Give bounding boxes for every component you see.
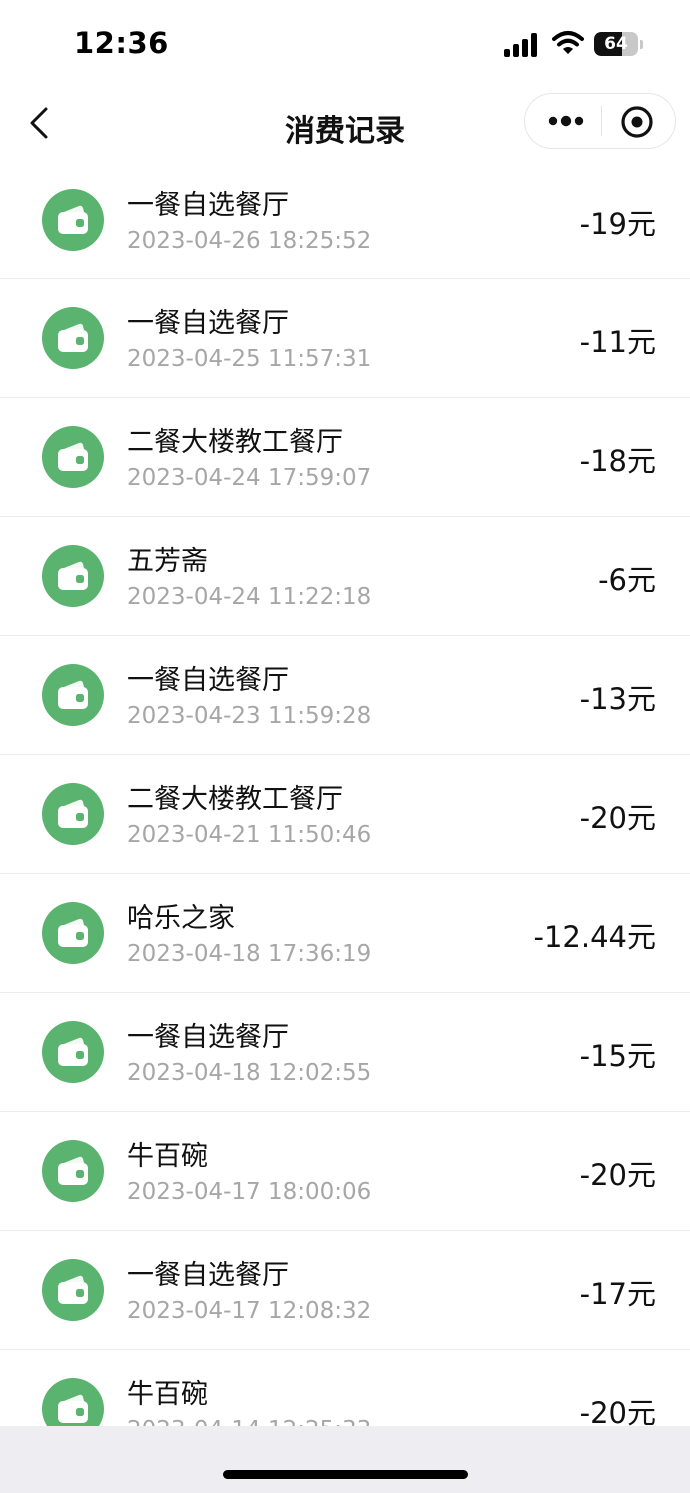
record-timestamp: 2023-04-21 11:50:46 — [127, 822, 372, 848]
wallet-icon — [42, 1259, 104, 1321]
close-miniprogram-button[interactable] — [617, 102, 657, 142]
wallet-icon — [42, 1021, 104, 1083]
merchant-name: 一餐自选餐厅 — [127, 665, 289, 696]
record-timestamp: 2023-04-24 11:22:18 — [127, 584, 372, 610]
record-timestamp: 2023-04-23 11:59:28 — [127, 703, 372, 729]
record-timestamp: 2023-04-25 11:57:31 — [127, 346, 372, 372]
record-timestamp: 2023-04-17 18:00:06 — [127, 1179, 372, 1205]
consumption-record-list[interactable]: 一餐自选餐厅 2023-04-26 18:25:52 -19元 一餐自选餐厅 2023-… — [0, 161, 690, 1426]
record-row[interactable]: 一餐自选餐厅 2023-04-25 11:57:31 -11元 — [0, 279, 690, 398]
wallet-icon — [42, 189, 104, 251]
wallet-icon — [42, 545, 104, 607]
merchant-name: 五芳斋 — [127, 546, 208, 577]
record-row[interactable]: 牛百碗 2023-04-17 18:00:06 -20元 — [0, 1112, 690, 1231]
record-row[interactable]: 一餐自选餐厅 2023-04-26 18:25:52 -19元 — [0, 161, 690, 279]
merchant-name: 二餐大楼教工餐厅 — [127, 427, 343, 458]
record-amount: -15元 — [579, 1039, 656, 1073]
record-row[interactable]: 五芳斋 2023-04-24 11:22:18 -6元 — [0, 517, 690, 636]
merchant-name: 一餐自选餐厅 — [127, 190, 289, 221]
wallet-icon — [42, 1140, 104, 1202]
status-bar: 12:36 64 — [0, 0, 690, 90]
capsule-divider — [601, 106, 602, 136]
record-row[interactable]: 牛百碗 2023-04-14 12:25:33 -20元 — [0, 1350, 690, 1426]
more-dots-icon[interactable] — [539, 98, 599, 144]
record-row[interactable]: 一餐自选餐厅 2023-04-17 12:08:32 -17元 — [0, 1231, 690, 1350]
record-timestamp: 2023-04-17 12:08:32 — [127, 1298, 372, 1324]
nav-bar: 消费记录 — [0, 90, 690, 160]
record-timestamp: 2023-04-18 12:02:55 — [127, 1060, 372, 1086]
record-amount: -20元 — [579, 801, 656, 835]
signal-icon — [504, 33, 537, 57]
record-timestamp: 2023-04-24 17:59:07 — [127, 465, 372, 491]
merchant-name: 一餐自选餐厅 — [127, 308, 289, 339]
record-row[interactable]: 一餐自选餐厅 2023-04-23 11:59:28 -13元 — [0, 636, 690, 755]
merchant-name: 二餐大楼教工餐厅 — [127, 784, 343, 815]
record-timestamp: 2023-04-18 17:36:19 — [127, 941, 372, 967]
wallet-icon — [42, 426, 104, 488]
record-amount: -11元 — [579, 325, 656, 359]
merchant-name: 牛百碗 — [127, 1379, 208, 1410]
wallet-icon — [42, 783, 104, 845]
battery-level: 64 — [604, 34, 628, 54]
merchant-name: 一餐自选餐厅 — [127, 1022, 289, 1053]
record-amount: -13元 — [579, 682, 656, 716]
record-amount: -19元 — [579, 207, 656, 241]
record-amount: -17元 — [579, 1277, 656, 1311]
wifi-icon — [552, 31, 584, 54]
record-amount: -18元 — [579, 444, 656, 478]
merchant-name: 一餐自选餐厅 — [127, 1260, 289, 1291]
wallet-icon — [42, 307, 104, 369]
wallet-icon — [42, 664, 104, 726]
merchant-name: 哈乐之家 — [127, 903, 235, 934]
record-row[interactable]: 二餐大楼教工餐厅 2023-04-24 17:59:07 -18元 — [0, 398, 690, 517]
record-row[interactable]: 一餐自选餐厅 2023-04-18 12:02:55 -15元 — [0, 993, 690, 1112]
wallet-icon — [42, 902, 104, 964]
record-row[interactable]: 哈乐之家 2023-04-18 17:36:19 -12.44元 — [0, 874, 690, 993]
merchant-name: 牛百碗 — [127, 1141, 208, 1172]
home-indicator[interactable] — [223, 1470, 468, 1479]
menu-capsule — [524, 93, 676, 149]
record-amount: -20元 — [579, 1158, 656, 1192]
record-timestamp: 2023-04-26 18:25:52 — [127, 228, 372, 254]
status-time: 12:36 — [74, 26, 169, 60]
record-timestamp: 2023-04-14 12:25:33 — [127, 1417, 371, 1426]
record-amount: -12.44元 — [533, 920, 657, 954]
bottom-bar — [0, 1426, 690, 1493]
wallet-icon — [42, 1378, 104, 1426]
battery-icon: 64 — [594, 32, 644, 58]
close-target-icon[interactable] — [617, 102, 657, 142]
record-amount: -6元 — [598, 563, 656, 597]
record-row[interactable]: 二餐大楼教工餐厅 2023-04-21 11:50:46 -20元 — [0, 755, 690, 874]
record-amount: -20元 — [579, 1396, 656, 1426]
more-button[interactable] — [539, 98, 599, 144]
